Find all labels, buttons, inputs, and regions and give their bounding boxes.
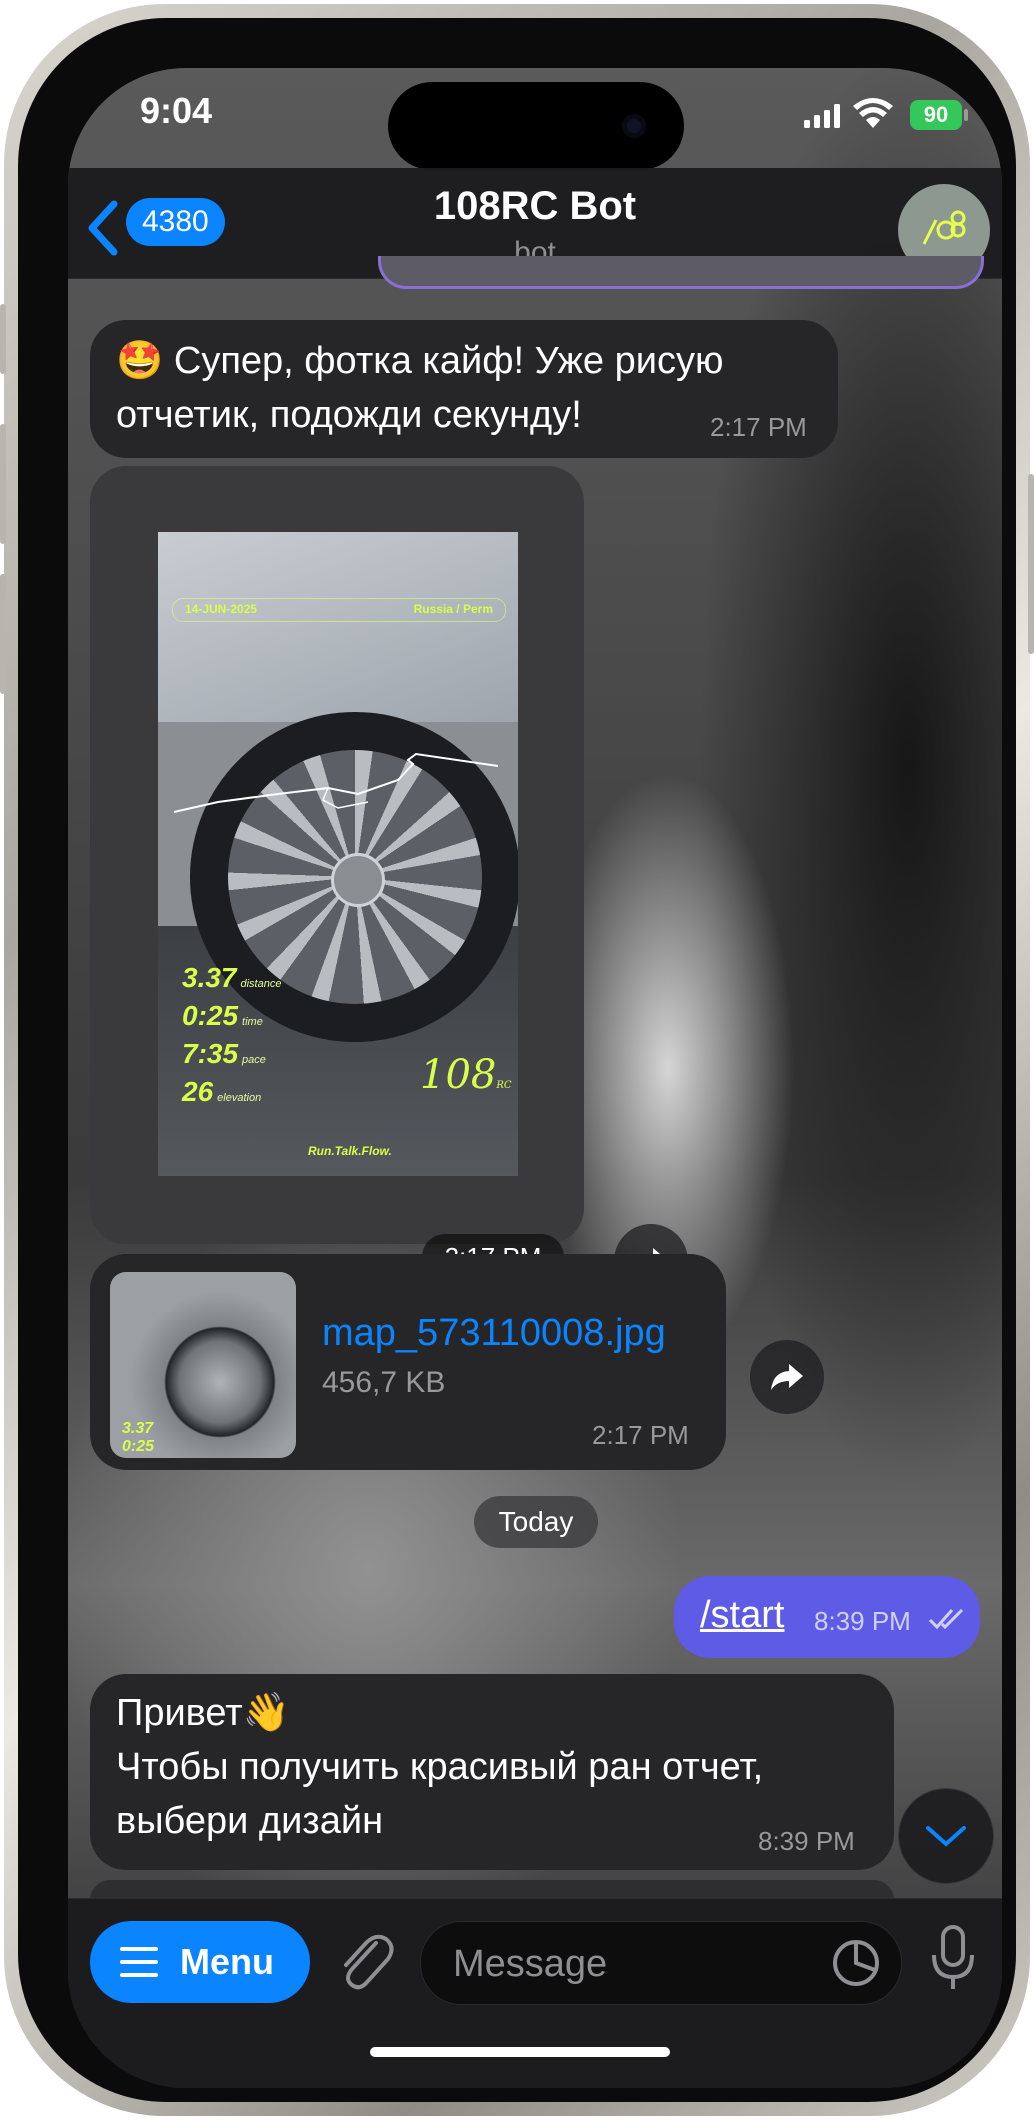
run-report-image[interactable]: 14-JUN-2025 Russia / Perm 3.37 distance 0… [158, 532, 518, 1176]
message-time: 2:17 PM [710, 412, 807, 442]
bot-logo-icon [922, 210, 966, 245]
file-message[interactable]: 3.37 0:25 map_573110008.jpg 456,7 KB 2:1… [90, 1254, 726, 1470]
photo-stat-elevation: 26 elevation [182, 1076, 262, 1107]
message-text: Привет👋 Чтобы получить красивый ран отче… [116, 1692, 764, 1842]
battery-cap [964, 109, 968, 121]
volume-down-button [0, 574, 6, 694]
forward-button[interactable] [750, 1340, 824, 1414]
star-struck-emoji: 🤩 [116, 340, 164, 382]
forward-icon [771, 1364, 803, 1390]
message-input[interactable] [451, 1938, 815, 1990]
message-bubble-incoming[interactable]: 🤩 Супер, фотка кайф! Уже рисую отчетик, … [90, 320, 838, 458]
menu-button[interactable]: Menu [90, 1921, 310, 2003]
photo-date-bar: 14-JUN-2025 Russia / Perm [172, 598, 506, 622]
wifi-icon [853, 98, 893, 128]
status-time: 9:04 [140, 90, 213, 131]
camera-icon [622, 114, 646, 138]
dynamic-island [388, 82, 684, 170]
photo-tagline: Run.Talk.Flow. [308, 1144, 392, 1158]
microphone-icon[interactable] [928, 1923, 978, 1995]
action-button [0, 304, 6, 374]
file-thumbnail[interactable]: 3.37 0:25 [110, 1272, 296, 1458]
phone-frame: 9:04 90 4380 108RC Bot bot 🤩 Супер, фотк… [0, 4, 1034, 2116]
date-divider: Today [474, 1496, 598, 1548]
scroll-to-bottom-button[interactable] [898, 1788, 994, 1884]
attachment-icon[interactable] [336, 1929, 394, 1995]
message-time: 8:39 PM [814, 1606, 911, 1636]
photo-stat-pace: 7:35 pace [182, 1038, 266, 1069]
hamburger-icon [120, 1947, 158, 1977]
message-time: 8:39 PM [758, 1826, 855, 1856]
message-time: 2:17 PM [592, 1420, 689, 1450]
volume-up-button [0, 424, 6, 544]
home-indicator[interactable] [370, 2047, 670, 2057]
message-bubble-incoming[interactable]: Привет👋 Чтобы получить красивый ран отче… [90, 1674, 894, 1870]
file-name[interactable]: map_573110008.jpg [322, 1312, 666, 1355]
menu-label: Menu [180, 1941, 274, 1982]
bot-command-link[interactable]: /start [700, 1588, 784, 1642]
photo-stat-time: 0:25 time [182, 1000, 263, 1031]
photo-logo: 108RC [420, 1052, 512, 1098]
bezel: 9:04 90 4380 108RC Bot bot 🤩 Супер, фотк… [18, 18, 1016, 2102]
message-bubble-outgoing[interactable]: /start 8:39 PM [674, 1576, 980, 1658]
power-button [1028, 474, 1034, 654]
battery-indicator: 90 [910, 100, 962, 130]
sticker-icon[interactable] [831, 1938, 881, 1988]
message-input-bar: Menu [68, 1898, 1002, 2088]
next-message-peek [90, 1880, 894, 1900]
previous-photo-bubble [378, 256, 984, 289]
chat-title[interactable]: 108RC Bot [68, 184, 1002, 229]
cellular-signal-icon [804, 104, 840, 128]
photo-message[interactable]: 14-JUN-2025 Russia / Perm 3.37 distance 0… [90, 466, 584, 1244]
file-size: 456,7 KB [322, 1366, 446, 1399]
photo-stat-distance: 3.37 distance [182, 962, 282, 993]
message-field[interactable] [420, 1921, 902, 2005]
read-checkmarks-icon [928, 1608, 964, 1630]
chevron-down-icon [926, 1826, 966, 1847]
screen: 9:04 90 4380 108RC Bot bot 🤩 Супер, фотк… [68, 68, 1002, 2088]
